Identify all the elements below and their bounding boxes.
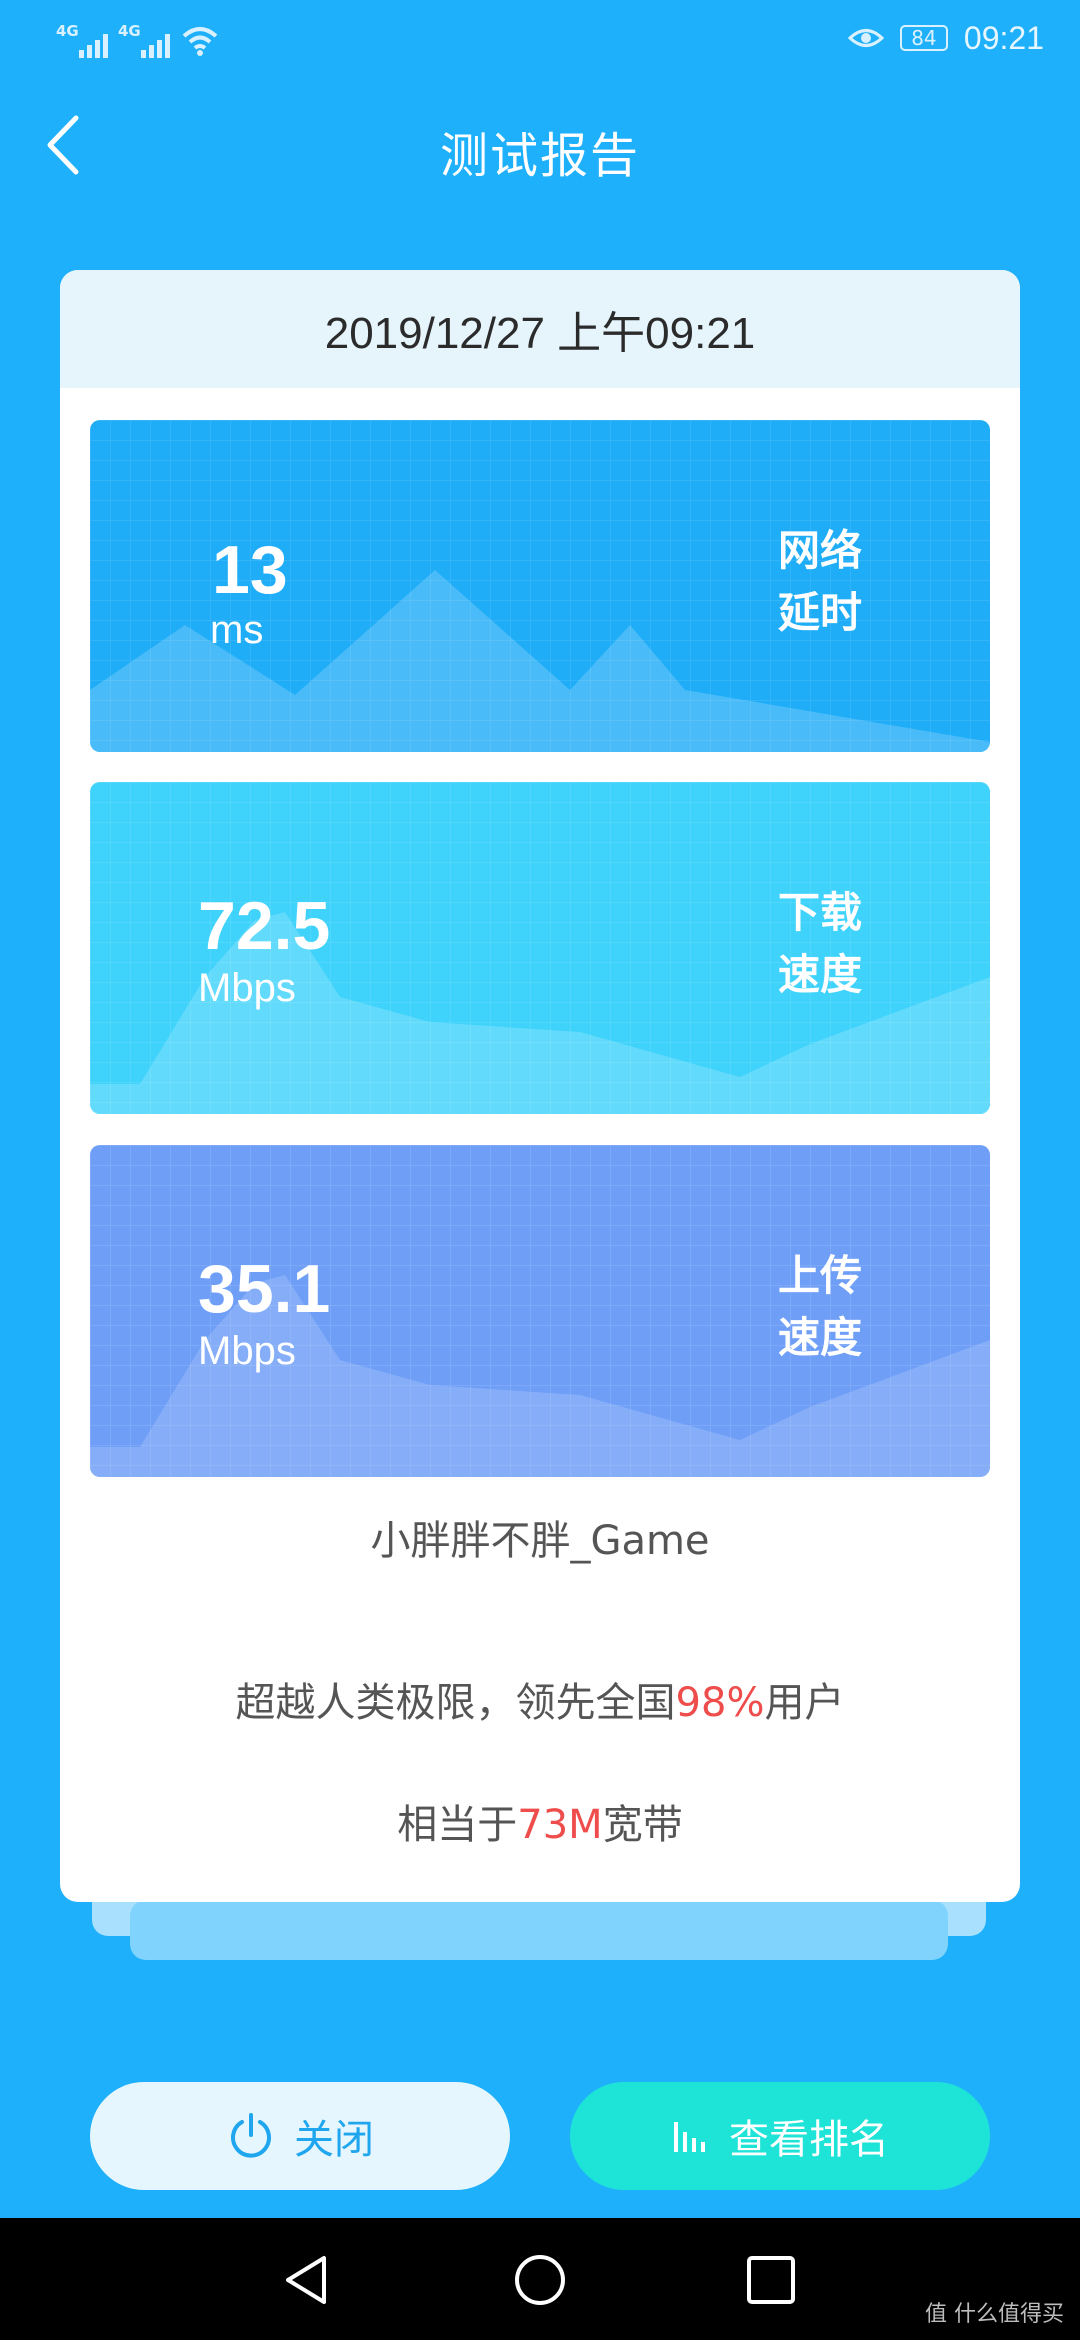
bandwidth-prefix: 相当于: [397, 1802, 518, 1848]
ranking-suffix: 用户: [764, 1680, 845, 1726]
status-bar: 4G 4G 84 09:21: [0, 0, 1080, 76]
clock: 09:21: [963, 19, 1044, 56]
battery-icon: 84: [899, 25, 948, 51]
download-unit: Mbps: [198, 966, 296, 1010]
app-header: 测试报告: [0, 90, 1080, 200]
bandwidth-suffix: 宽带: [602, 1802, 683, 1848]
latency-label-line1: 网络: [777, 526, 862, 575]
nav-recents-icon[interactable]: [743, 2252, 799, 2308]
ranking-prefix: 超越人类极限，领先全国: [235, 1680, 676, 1726]
network-type-2: 4G: [118, 22, 141, 40]
nav-back-icon[interactable]: [280, 2252, 336, 2308]
eye-icon: [847, 29, 884, 47]
bandwidth-text: 相当于73M宽带: [60, 1792, 1020, 1850]
signal-icon: 4G: [56, 22, 108, 58]
nav-home-icon[interactable]: [512, 2252, 568, 2308]
latency-tile: 13 ms 网络 延时: [90, 420, 990, 752]
download-label-line2: 速度: [777, 950, 862, 999]
upload-label-line1: 上传: [777, 1251, 862, 1300]
latency-label-line2: 延时: [777, 588, 862, 637]
status-right: 84 09:21: [847, 16, 1044, 60]
ranking-percent: 98%: [675, 1680, 765, 1726]
system-nav-bar: 值 什么值得买: [0, 2218, 1080, 2340]
upload-label-line2: 速度: [777, 1313, 862, 1362]
bar-chart-icon: [674, 2122, 705, 2152]
download-label: 下载 速度: [770, 882, 870, 1006]
download-tile: 72.5 Mbps 下载 速度: [90, 782, 990, 1114]
username: 小胖胖不胖_Game: [370, 1518, 710, 1564]
power-icon: [231, 2113, 271, 2158]
latency-unit: ms: [210, 608, 264, 652]
signal-icon-2: 4G: [118, 22, 170, 58]
battery-level: 84: [911, 26, 937, 50]
card-stack-layer-back: [130, 1900, 948, 1960]
download-label-line1: 下载: [777, 888, 862, 937]
upload-tile: 35.1 Mbps 上传 速度: [90, 1145, 990, 1477]
latency-value: 13: [212, 532, 288, 608]
report-card: 2019/12/27 上午09:21 13 ms 网络 延时 72.5 Mbps…: [60, 270, 1020, 1902]
report-datetime: 2019/12/27 上午09:21: [60, 270, 1020, 388]
page-title: 测试报告: [439, 128, 640, 184]
close-button[interactable]: 关闭: [90, 2082, 510, 2190]
wifi-icon: [182, 27, 218, 56]
latency-label: 网络 延时: [770, 520, 870, 644]
upload-unit: Mbps: [198, 1329, 296, 1373]
watermark: 值 什么值得买: [925, 2302, 1064, 2327]
upload-label: 上传 速度: [770, 1245, 870, 1369]
close-button-label: 关闭: [294, 2117, 374, 2163]
upload-value: 35.1: [198, 1251, 331, 1327]
download-value: 72.5: [198, 888, 331, 964]
view-ranking-label: 查看排名: [729, 2117, 889, 2163]
ranking-text: 超越人类极限，领先全国98%用户: [60, 1670, 1020, 1728]
bandwidth-value: 73M: [517, 1802, 603, 1848]
status-left: 4G 4G: [56, 18, 220, 58]
view-ranking-button[interactable]: 查看排名: [570, 2082, 990, 2190]
network-type: 4G: [56, 22, 79, 40]
